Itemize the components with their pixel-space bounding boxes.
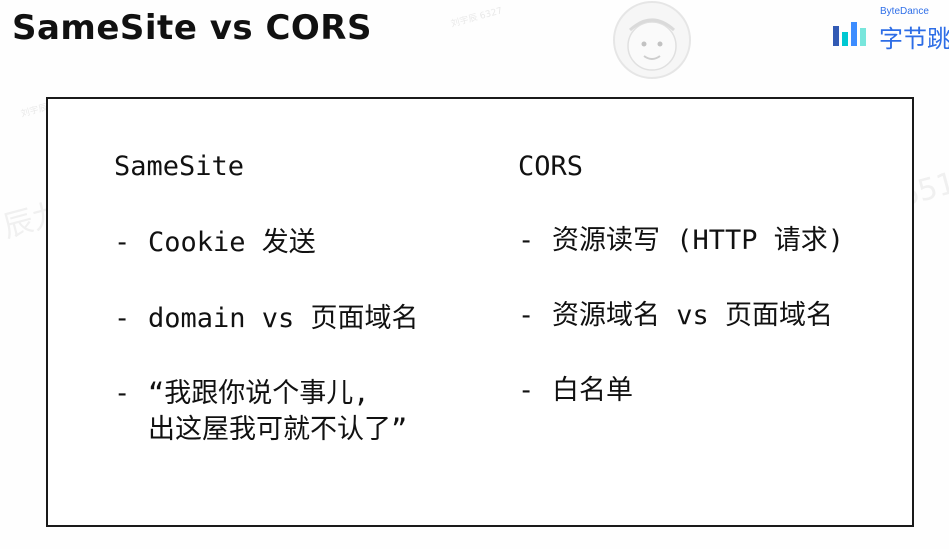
logo-brand-text: ByteDance	[880, 6, 929, 17]
bullet-dash: -	[518, 225, 535, 256]
comparison-box: SameSite - Cookie 发送 - domain vs 页面域名 - “我跟…	[46, 97, 914, 527]
list-item: - 资源读写 (HTTP 请求)	[518, 223, 844, 259]
bytedance-logo: ByteDance 字节跳	[832, 6, 949, 53]
list-item-text: domain vs 页面域名	[148, 303, 419, 334]
list-item: - “我跟你说个事儿, 出这屋我可就不认了”	[114, 376, 407, 448]
list-item-text: 出这屋我可就不认了”	[148, 414, 408, 445]
bullet-dash: -	[518, 300, 535, 331]
list-item-text: 白名单	[552, 375, 633, 406]
bytedance-bars-icon	[833, 22, 866, 46]
list-item-text: 资源域名 vs 页面域名	[552, 300, 834, 331]
logo-cn-text: 字节跳	[879, 25, 949, 53]
list-item-text: 资源读写 (HTTP 请求)	[552, 225, 845, 256]
slide: 辰九九 6519 辰九九 6519 辰九九 6519 辰九九 6519 辰九九 …	[0, 0, 949, 549]
list-item: - domain vs 页面域名	[114, 301, 419, 337]
bullet-dash: -	[114, 378, 131, 409]
cartoon-avatar-icon	[613, 1, 691, 79]
samesite-heading: SameSite	[114, 151, 245, 182]
list-item: - 资源域名 vs 页面域名	[518, 298, 833, 334]
list-item: - Cookie 发送	[114, 225, 316, 261]
watermark: 刘宇辰 6327	[449, 6, 504, 30]
bullet-dash: -	[518, 375, 535, 406]
bullet-dash: -	[114, 303, 131, 334]
page-title: SameSite vs CORS	[12, 8, 372, 48]
list-item-text: “我跟你说个事儿,	[148, 378, 370, 409]
bullet-dash: -	[114, 227, 131, 258]
list-item: - 白名单	[518, 373, 633, 409]
list-item-text: Cookie 发送	[148, 227, 316, 258]
cors-heading: CORS	[518, 151, 584, 182]
